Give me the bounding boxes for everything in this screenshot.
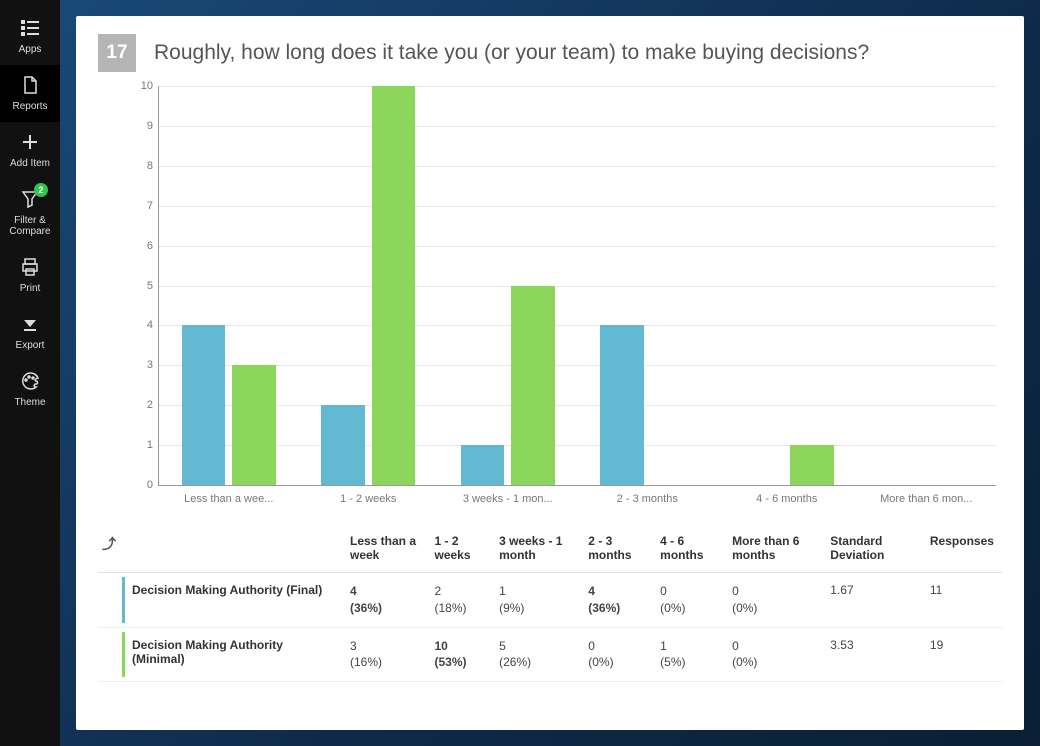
add-item-icon — [18, 130, 42, 154]
x-tick-label: Less than a wee... — [184, 493, 273, 505]
col-header: 1 - 2 weeks — [430, 526, 495, 573]
col-header: Standard Deviation — [826, 526, 926, 573]
cell: 1 (5%) — [656, 627, 728, 682]
y-tick-label: 9 — [131, 120, 153, 132]
x-tick-label: 4 - 6 months — [756, 493, 817, 505]
y-tick-label: 10 — [131, 80, 153, 92]
gridline — [159, 405, 996, 406]
sidebar-item-label: Print — [20, 283, 41, 294]
gridline — [159, 286, 996, 287]
cell: 0 (0%) — [584, 627, 656, 682]
y-tick-label: 1 — [131, 439, 153, 451]
cell: 4 (36%) — [584, 573, 656, 628]
table-row: Decision Making Authority (Minimal)3 (16… — [98, 627, 1002, 682]
bar-0-0[interactable] — [182, 325, 226, 485]
y-tick-label: 0 — [131, 479, 153, 491]
y-tick-label: 4 — [131, 319, 153, 331]
gridline — [159, 246, 996, 247]
bar-0-3[interactable] — [600, 325, 644, 485]
gridline — [159, 126, 996, 127]
bar-0-1[interactable] — [321, 405, 365, 485]
y-tick-label: 2 — [131, 399, 153, 411]
cell: 0 (0%) — [656, 573, 728, 628]
y-tick-label: 3 — [131, 359, 153, 371]
x-tick-label: 1 - 2 weeks — [340, 493, 396, 505]
std-cell: 1.67 — [826, 573, 926, 628]
row-name: Decision Making Authority (Minimal) — [124, 627, 346, 682]
cell: 10 (53%) — [430, 627, 495, 682]
sidebar-item-label: Apps — [19, 44, 42, 55]
question-header: 17 Roughly, how long does it take you (o… — [98, 34, 1002, 72]
pivot-icon[interactable]: ⤴ — [102, 536, 116, 552]
resp-cell: 11 — [926, 573, 1002, 628]
report-card: 17 Roughly, how long does it take you (o… — [76, 16, 1024, 730]
sidebar-item-reports[interactable]: Reports — [0, 65, 60, 122]
export-icon — [18, 312, 42, 336]
y-tick-label: 5 — [131, 280, 153, 292]
question-title: Roughly, how long does it take you (or y… — [154, 41, 869, 65]
chart: 0 1 2 3 4 5 6 7 8 9 10 Less than a wee... 1 - 2 week… — [98, 76, 1002, 516]
cell: 0 (0%) — [728, 627, 826, 682]
col-header: 3 weeks - 1 month — [495, 526, 584, 573]
print-icon — [18, 255, 42, 279]
sidebar-item-filter-compare[interactable]: Filter &Compare 2 — [0, 179, 60, 247]
std-cell: 3.53 — [826, 627, 926, 682]
cell: 2 (18%) — [430, 573, 495, 628]
gridline — [159, 86, 996, 87]
sidebar-item-apps[interactable]: Apps — [0, 8, 60, 65]
sidebar-item-add-item[interactable]: Add Item — [0, 122, 60, 179]
gridline — [159, 325, 996, 326]
bar-1-0[interactable] — [232, 365, 276, 485]
cell: 4 (36%) — [346, 573, 430, 628]
sidebar-item-label: Reports — [12, 101, 47, 112]
gridline — [159, 365, 996, 366]
x-tick-label: 2 - 3 months — [617, 493, 678, 505]
sidebar-item-label: Export — [16, 340, 45, 351]
x-tick-label: More than 6 mon... — [880, 493, 972, 505]
bar-1-1[interactable] — [372, 86, 416, 485]
gridline — [159, 166, 996, 167]
main-area: 17 Roughly, how long does it take you (o… — [60, 0, 1040, 746]
sidebar-item-label: Filter &Compare — [9, 215, 50, 237]
chart-plot: 012345678910Less than a wee...1 - 2 week… — [158, 86, 996, 486]
col-header: Responses — [926, 526, 1002, 573]
sidebar-item-label: Theme — [14, 397, 45, 408]
resp-cell: 19 — [926, 627, 1002, 682]
bar-1-4[interactable] — [790, 445, 834, 485]
y-tick-label: 7 — [131, 200, 153, 212]
gridline — [159, 206, 996, 207]
sidebar-item-export[interactable]: Export — [0, 304, 60, 361]
apps-icon — [18, 16, 42, 40]
col-header: 4 - 6 months — [656, 526, 728, 573]
cell: 0 (0%) — [728, 573, 826, 628]
results-table: ⤴ Less than a week1 - 2 weeks3 weeks - 1 … — [98, 526, 1002, 682]
question-number: 17 — [98, 34, 136, 72]
bar-1-2[interactable] — [511, 286, 555, 486]
col-header: More than 6 months — [728, 526, 826, 573]
sidebar-item-print[interactable]: Print — [0, 247, 60, 304]
col-header: 2 - 3 months — [584, 526, 656, 573]
data-table: ⤴ Less than a week1 - 2 weeks3 weeks - 1 … — [98, 526, 1002, 682]
filter-badge: 2 — [34, 183, 48, 197]
y-tick-label: 6 — [131, 240, 153, 252]
cell: 1 (9%) — [495, 573, 584, 628]
bar-0-2[interactable] — [461, 445, 505, 485]
row-name: Decision Making Authority (Final) — [124, 573, 346, 628]
gridline — [159, 445, 996, 446]
sidebar-item-label: Add Item — [10, 158, 50, 169]
reports-icon — [18, 73, 42, 97]
x-tick-label: 3 weeks - 1 mon... — [463, 493, 553, 505]
theme-icon — [18, 369, 42, 393]
cell: 5 (26%) — [495, 627, 584, 682]
col-header: Less than a week — [346, 526, 430, 573]
cell: 3 (16%) — [346, 627, 430, 682]
sidebar: Apps Reports Add Item Filter &Compare 2 Print… — [0, 0, 60, 746]
sidebar-item-theme[interactable]: Theme — [0, 361, 60, 418]
y-tick-label: 8 — [131, 160, 153, 172]
table-row: Decision Making Authority (Final)4 (36%)… — [98, 573, 1002, 628]
